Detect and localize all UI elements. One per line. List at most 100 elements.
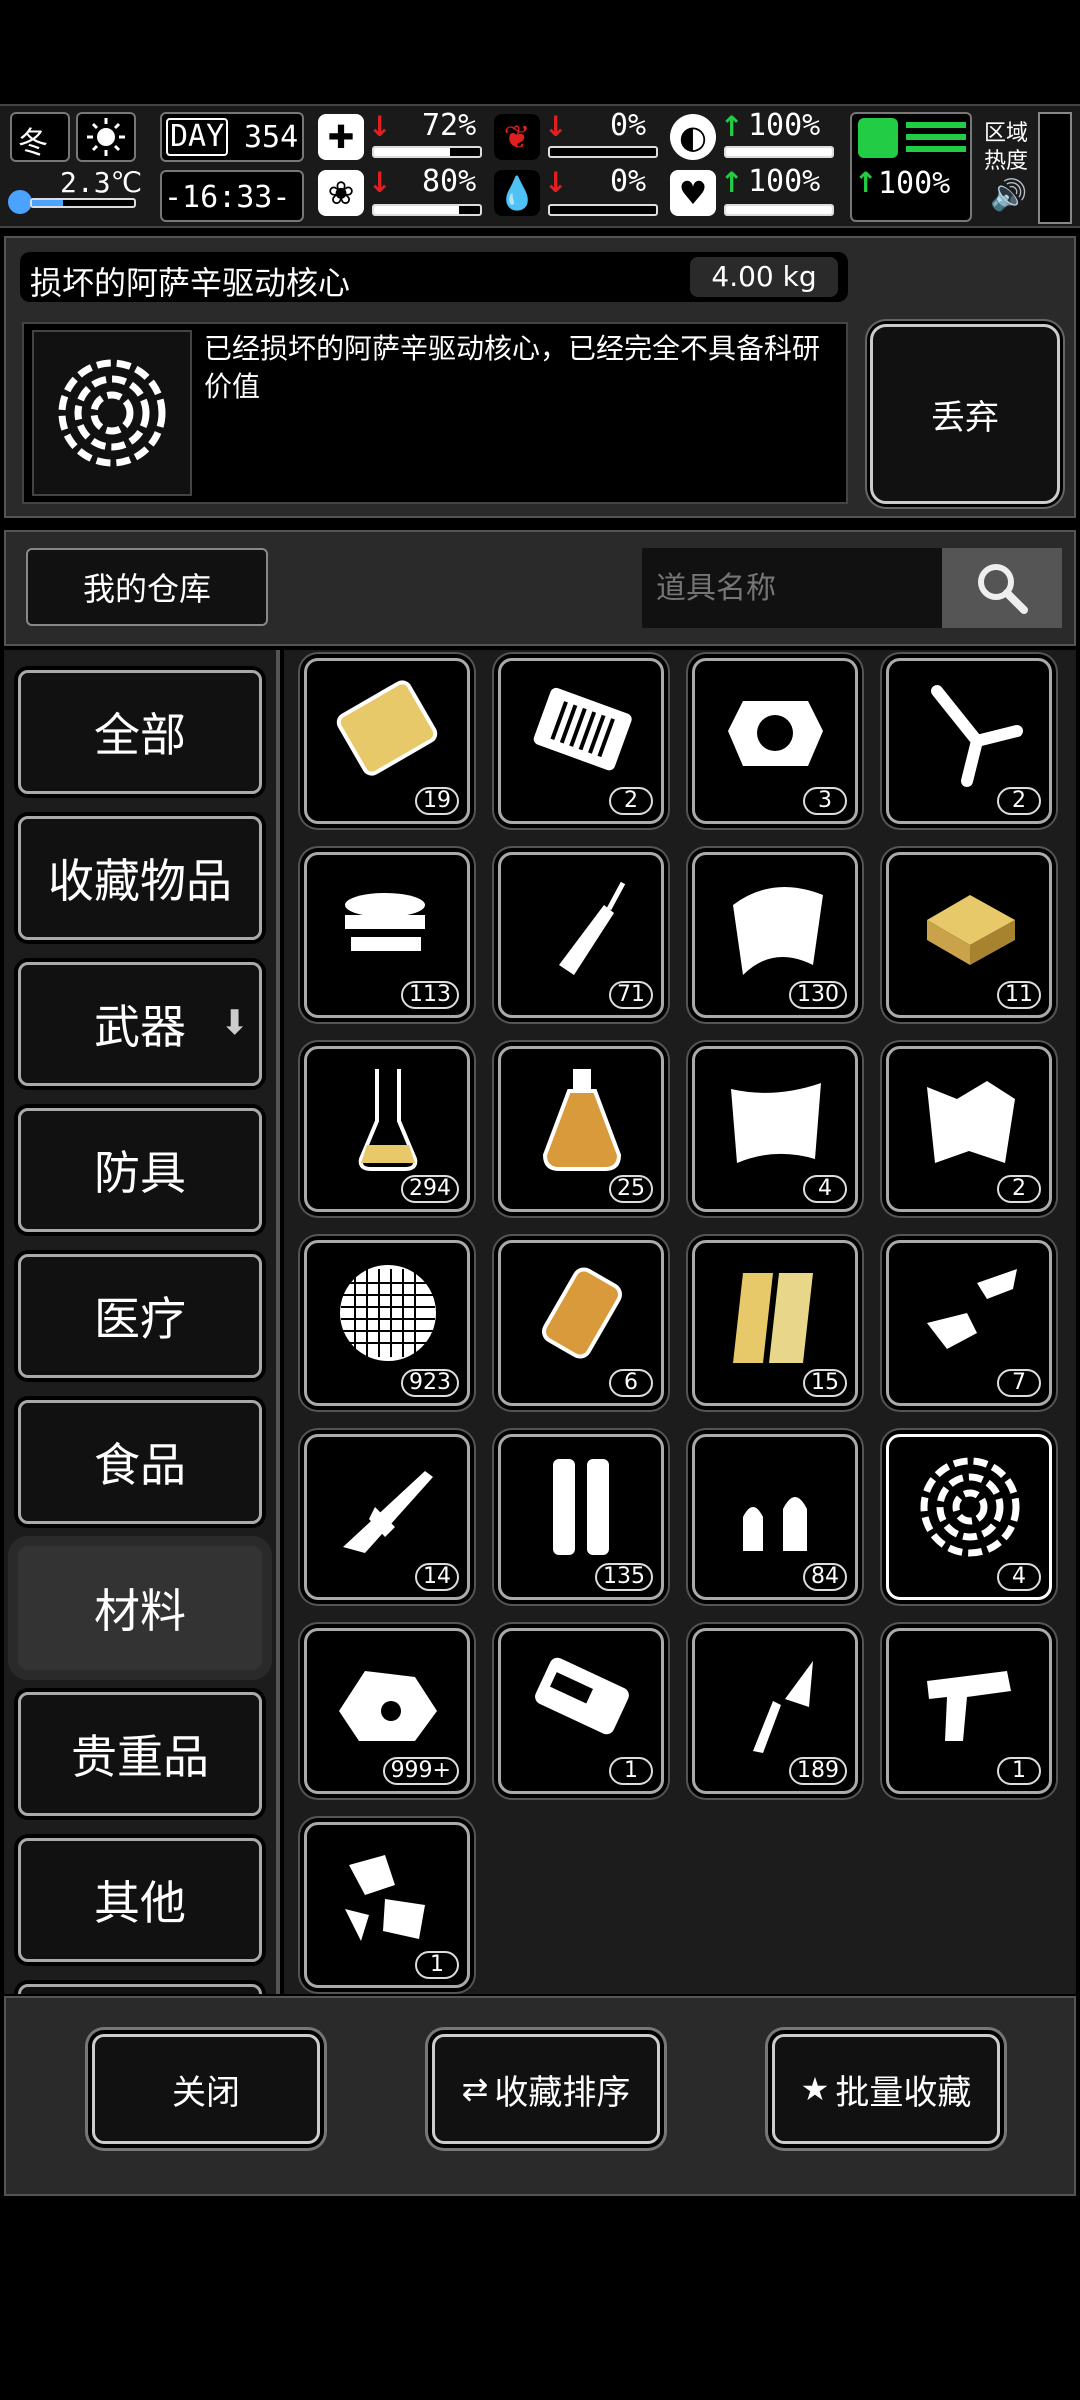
temperature-bar	[30, 198, 136, 208]
warehouse-header: 我的仓库	[4, 530, 1076, 646]
item-count: 19	[415, 787, 459, 815]
season-badge: 冬	[10, 112, 70, 162]
category-medical[interactable]: 医疗	[18, 1254, 262, 1378]
item-slot[interactable]: 3	[692, 658, 858, 824]
thirst-pct: 0%	[610, 164, 647, 199]
category-more[interactable]	[18, 1984, 262, 1994]
stamina-pct: 100%	[748, 108, 821, 143]
pliers-icon	[931, 685, 1023, 787]
bottom-action-bar: 关闭 ⇄ 收藏排序 ★ 批量收藏	[4, 1996, 1076, 2196]
item-slot[interactable]: 1	[498, 1628, 664, 1794]
brain-icon: ❀	[318, 170, 364, 216]
item-slot[interactable]: 11	[886, 852, 1052, 1018]
health-pct: 72%	[422, 108, 477, 143]
star-icon: ★	[800, 2070, 830, 2108]
category-food[interactable]: 食品	[18, 1400, 262, 1524]
item-slot[interactable]: 1	[304, 1822, 470, 1988]
item-count: 4	[997, 1563, 1041, 1591]
item-slot[interactable]: 1	[886, 1628, 1052, 1794]
item-slot[interactable]: 135	[498, 1434, 664, 1600]
category-label: 材料	[94, 1584, 186, 1638]
item-slot[interactable]: 2	[886, 658, 1052, 824]
item-detail-panel: 损坏的阿萨辛驱动核心 4.00 kg 已经损坏的阿萨辛驱动核心，已经完全不具备科…	[4, 236, 1076, 518]
category-materials[interactable]: 材料	[18, 1546, 262, 1670]
season-label: 冬	[18, 126, 48, 161]
speaker-icon[interactable]: 🔊	[990, 178, 1027, 213]
item-slot[interactable]: 7	[886, 1240, 1052, 1406]
item-slot[interactable]: 6	[498, 1240, 664, 1406]
day-counter: DAY 354	[160, 112, 304, 162]
item-count: 11	[997, 981, 1041, 1009]
category-favorites[interactable]: 收藏物品	[18, 816, 262, 940]
stomach-icon: ❦	[494, 114, 540, 160]
item-slot[interactable]: 4	[692, 1046, 858, 1212]
day-value: 354	[244, 120, 299, 155]
ore-rock-icon	[339, 1671, 437, 1741]
item-slot[interactable]: 999+	[304, 1628, 470, 1794]
wood-planks-icon	[733, 1273, 813, 1363]
hunger-bar	[548, 146, 658, 158]
circuit-board-icon	[533, 687, 632, 771]
category-label: 医疗	[94, 1292, 186, 1346]
category-sidebar: 全部 收藏物品 武器 ⬇ 防具 医疗 食品 材料 贵重品 其他	[4, 650, 280, 1994]
thirst-bar	[548, 204, 658, 216]
item-slot[interactable]: 84	[692, 1434, 858, 1600]
item-slot[interactable]: 71	[498, 852, 664, 1018]
item-slot[interactable]: 923	[304, 1240, 470, 1406]
discard-button[interactable]: 丢弃	[870, 324, 1060, 504]
tape-roll-icon	[345, 893, 425, 951]
foot-pct: 100%	[878, 166, 951, 201]
mental-pct: 80%	[422, 164, 477, 199]
hunger-pct: 0%	[610, 108, 647, 143]
batch-favorite-button[interactable]: ★ 批量收藏	[772, 2034, 1000, 2144]
category-label: 食品	[94, 1438, 186, 1492]
potion-icon	[542, 1069, 622, 1171]
mechanism-icon	[535, 1657, 629, 1735]
lungs-icon: ◐	[670, 114, 716, 160]
sort-arrows-icon: ⇄	[461, 2070, 489, 2108]
movement-panel: ↑ 100%	[850, 112, 972, 222]
category-weapons[interactable]: 武器 ⬇	[18, 962, 262, 1086]
fur-pelt-icon	[731, 1083, 821, 1163]
mood-pct: 100%	[748, 164, 821, 199]
category-label: 武器	[94, 1000, 186, 1054]
item-slot[interactable]: 113	[304, 852, 470, 1018]
item-slot[interactable]: 2	[886, 1046, 1052, 1212]
item-description: 已经损坏的阿萨辛驱动核心，已经完全不具备科研价值	[204, 332, 821, 403]
category-armor[interactable]: 防具	[18, 1108, 262, 1232]
item-slot[interactable]: 15	[692, 1240, 858, 1406]
close-button[interactable]: 关闭	[92, 2034, 320, 2144]
item-slot[interactable]: 2	[498, 658, 664, 824]
item-count: 130	[789, 981, 847, 1009]
flask-icon	[358, 1069, 418, 1171]
item-slot[interactable]: 25	[498, 1046, 664, 1212]
item-count: 2	[997, 1175, 1041, 1203]
item-count: 71	[609, 981, 653, 1009]
thirst-trend-down-icon: ↓	[544, 166, 568, 199]
item-slot[interactable]: 19	[304, 658, 470, 824]
item-count: 189	[789, 1757, 847, 1785]
item-count: 15	[803, 1369, 847, 1397]
expand-down-icon: ⬇	[220, 1003, 250, 1043]
category-valuables[interactable]: 贵重品	[18, 1692, 262, 1816]
stripes-icon	[906, 122, 966, 156]
item-slot[interactable]: 294	[304, 1046, 470, 1212]
health-trend-down-icon: ↓	[368, 110, 392, 143]
item-slot[interactable]: 14	[304, 1434, 470, 1600]
item-slot[interactable]: 189	[692, 1628, 858, 1794]
category-all[interactable]: 全部	[18, 670, 262, 794]
category-other[interactable]: 其他	[18, 1838, 262, 1962]
item-count: 1	[997, 1757, 1041, 1785]
boot-icon	[858, 118, 898, 158]
sort-favorites-button[interactable]: ⇄ 收藏排序	[432, 2034, 660, 2144]
search-input[interactable]	[642, 548, 942, 628]
item-description-box: 已经损坏的阿萨辛驱动核心，已经完全不具备科研价值	[22, 322, 848, 504]
search-icon	[978, 564, 1028, 614]
item-slot[interactable]: 130	[692, 852, 858, 1018]
armor-core-icon	[728, 701, 823, 766]
mesh-filter-icon	[340, 1265, 436, 1361]
heart-icon: ♥	[670, 170, 716, 216]
search-button[interactable]	[942, 548, 1062, 628]
item-weight: 4.00 kg	[690, 257, 838, 297]
item-slot[interactable]: 4	[886, 1434, 1052, 1600]
